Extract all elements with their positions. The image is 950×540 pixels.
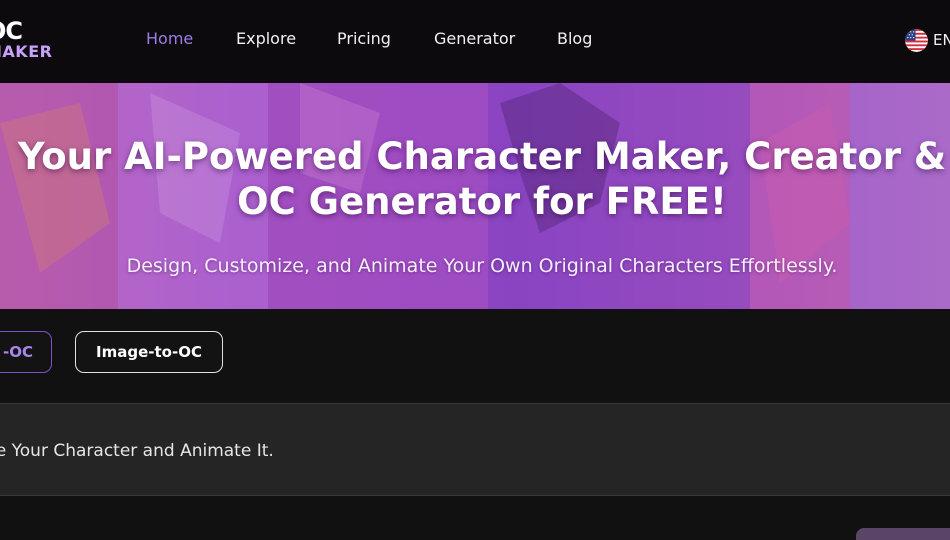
top-header: OC MAKER Home Explore Pricing Generator … [0,0,950,83]
language-code: EN [933,31,950,49]
hero-subtitle: Design, Customize, and Animate Your Own … [126,255,838,277]
text-to-oc-button[interactable]: -OC [0,331,52,373]
nav-blog[interactable]: Blog [557,28,592,50]
nav-generator[interactable]: Generator [434,28,515,50]
image-to-oc-button[interactable]: Image-to-OC [75,331,223,373]
prompt-input[interactable]: be Your Character and Animate It. [0,403,950,496]
logo-maker-text: MAKER [0,42,53,61]
hero-title: Your AI-Powered Character Maker, Creator… [17,135,947,223]
generate-button[interactable] [856,528,950,540]
nav-home[interactable]: Home [146,28,193,50]
language-selector[interactable]: EN [905,28,950,52]
site-logo[interactable]: OC MAKER [0,18,76,66]
logo-oc-text: OC [0,17,23,45]
us-flag-icon [905,28,928,52]
nav-explore[interactable]: Explore [236,28,296,50]
prompt-placeholder: be Your Character and Animate It. [0,441,274,461]
nav-pricing[interactable]: Pricing [337,28,391,50]
hero-banner: Your AI-Powered Character Maker, Creator… [0,83,950,309]
